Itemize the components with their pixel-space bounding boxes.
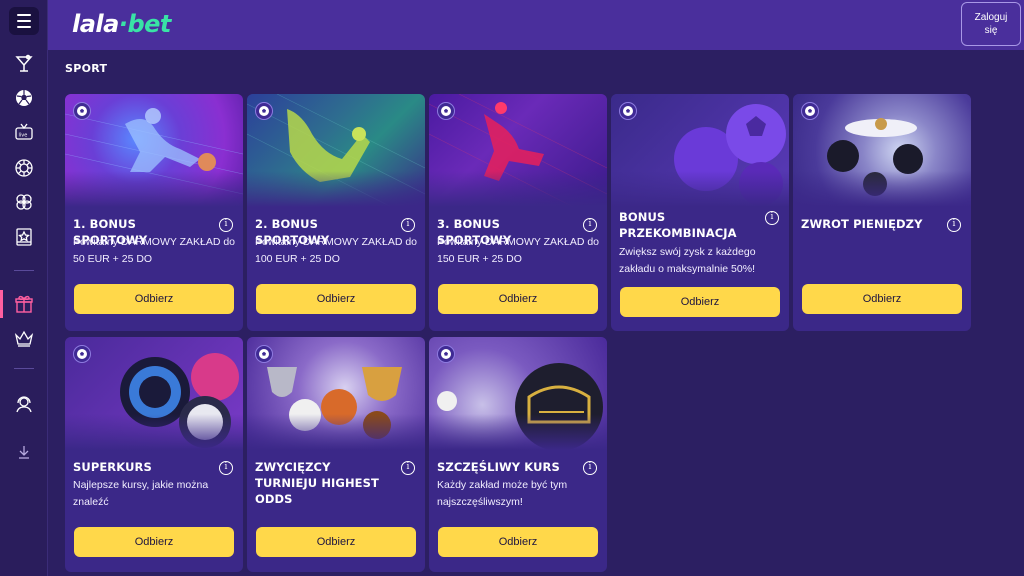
soccer-ball-icon [437,102,455,120]
hamburger-menu-button[interactable] [9,7,39,35]
login-button[interactable]: Zaloguj się [961,2,1021,46]
promo-image [247,337,425,450]
card-title: BONUS PRZEKOMBINACJA [619,210,737,240]
card-description: Powitalny DARMOWY ZAKŁAD do 50 EUR + 25 … [73,236,236,265]
claim-button[interactable]: Odbierz [802,284,962,314]
card-description: Powitalny DARMOWY ZAKŁAD do 150 EUR + 25… [437,236,600,265]
info-icon[interactable]: i [583,461,597,475]
promo-image [65,337,243,450]
promo-card[interactable]: SUPERKURS i Najlepsze kursy, jakie można… [65,337,243,572]
soccer-ball-icon [619,102,637,120]
claim-button[interactable]: Odbierz [74,527,234,557]
info-icon[interactable]: i [219,218,233,232]
info-icon[interactable]: i [947,218,961,232]
promo-image [429,94,607,207]
section-title: SPORT [65,62,108,75]
support-agent-icon[interactable] [12,392,36,416]
promo-image [611,94,789,207]
promo-card[interactable]: 1. BONUS SPORTOWY i Powitalny DARMOWY ZA… [65,94,243,331]
soccer-ball-icon [437,345,455,363]
poker-chips-icon[interactable] [12,190,36,214]
download-icon[interactable] [12,440,36,464]
active-indicator [0,290,3,318]
svg-text:live: live [19,133,28,139]
info-icon[interactable]: i [219,461,233,475]
sidebar: live [0,0,48,576]
gift-icon[interactable] [12,292,36,316]
promo-card[interactable]: ZWROT PIENIĘDZY i Odbierz [793,94,971,331]
claim-button[interactable]: Odbierz [620,287,780,317]
claim-button[interactable]: Odbierz [438,284,598,314]
live-tv-icon[interactable]: live [12,120,36,144]
promo-card[interactable]: 2. BONUS SPORTOWY i Powitalny DARMOWY ZA… [247,94,425,331]
promo-card[interactable]: 3. BONUS SPORTOWY i Powitalny DARMOWY ZA… [429,94,607,331]
card-description: Powitalny DARMOWY ZAKŁAD do 100 EUR + 25… [255,236,418,265]
soccer-ball-icon[interactable] [12,86,36,110]
soccer-ball-icon [801,102,819,120]
promo-image [429,337,607,450]
soccer-ball-icon [255,345,273,363]
card-title: SZCZĘŚLIWY KURS [437,460,560,474]
lalabet-logo[interactable]: lala·bet [72,10,171,38]
claim-button[interactable]: Odbierz [74,284,234,314]
card-description: Zwiększ swój zysk z każdego zakładu o ma… [619,246,756,275]
promo-image [247,94,425,207]
claim-button[interactable]: Odbierz [438,527,598,557]
soccer-ball-icon [255,102,273,120]
promo-card[interactable]: ZWYCIĘZCY TURNIEJU HIGHEST ODDS i Odbier… [247,337,425,572]
promo-card[interactable]: SZCZĘŚLIWY KURS i Każdy zakład może być … [429,337,607,572]
crown-icon[interactable] [12,326,36,350]
card-title: SUPERKURS [73,460,152,474]
card-title: ZWYCIĘZCY TURNIEJU HIGHEST ODDS [255,460,379,506]
info-icon[interactable]: i [401,218,415,232]
card-description: Najlepsze kursy, jakie można znaleźć [73,479,209,508]
promo-image [793,94,971,207]
lottery-ticket-icon[interactable] [12,225,36,249]
soccer-ball-icon [73,102,91,120]
cocktail-icon[interactable] [12,52,36,76]
card-title: ZWROT PIENIĘDZY [801,217,923,231]
info-icon[interactable]: i [765,211,779,225]
soccer-ball-icon [73,345,91,363]
top-header: lala·bet Zaloguj się [48,0,1024,50]
promo-card[interactable]: BONUS PRZEKOMBINACJA i Zwiększ swój zysk… [611,94,789,331]
roulette-icon[interactable] [12,156,36,180]
claim-button[interactable]: Odbierz [256,527,416,557]
info-icon[interactable]: i [401,461,415,475]
info-icon[interactable]: i [583,218,597,232]
claim-button[interactable]: Odbierz [256,284,416,314]
card-description: Każdy zakład może być tym najszczęśliwsz… [437,479,568,508]
promo-image [65,94,243,207]
